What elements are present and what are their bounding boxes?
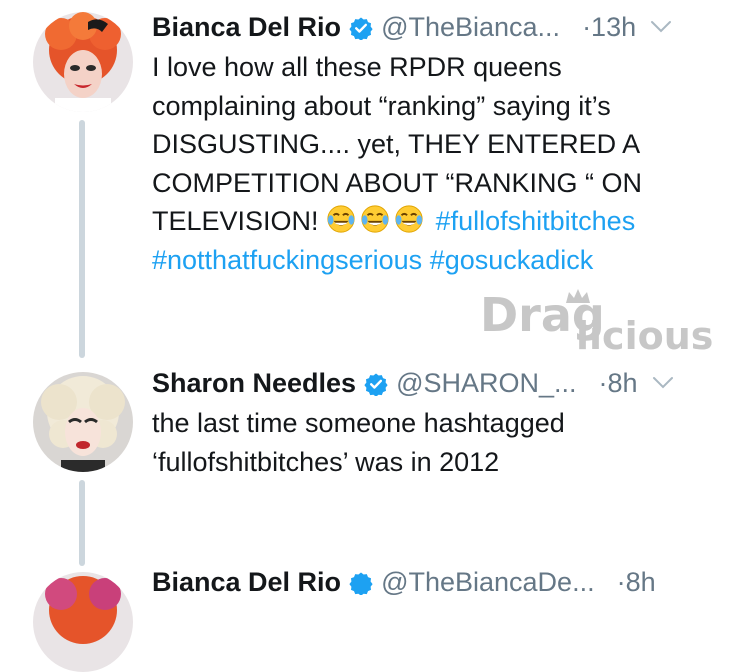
drag-queen-blonde-hair-avatar (33, 372, 133, 472)
handle[interactable]: @TheBiancaDe... (381, 562, 595, 602)
watermark-text: licious (576, 314, 713, 355)
tweet-text: I love how all these RPDR queens complai… (152, 48, 742, 279)
thread-line (79, 120, 85, 358)
thread-line (79, 480, 85, 566)
verified-badge-icon (364, 373, 388, 396)
verified-badge-icon (349, 17, 373, 40)
display-name[interactable]: Bianca Del Rio (152, 7, 341, 47)
handle[interactable]: @TheBianca... (381, 7, 560, 47)
hashtag-link[interactable]: #notthatfuckingserious (152, 245, 422, 275)
hashtag-link[interactable]: #gosuckadick (430, 245, 594, 275)
timestamp[interactable]: ·8h (617, 562, 656, 602)
face-with-tears-of-joy-icon (327, 205, 355, 233)
handle[interactable]: @SHARON_... (396, 363, 576, 403)
drag-queen-red-hair-avatar (33, 12, 133, 112)
verified-badge-icon (349, 572, 373, 595)
timestamp[interactable]: ·8h (599, 363, 638, 403)
timestamp[interactable]: ·13h (582, 7, 636, 47)
display-name[interactable]: Sharon Needles (152, 363, 356, 403)
drag-queen-red-hair-avatar (33, 572, 133, 672)
tweet-text: the last time someone hashtagged ‘fullof… (152, 404, 742, 481)
face-with-tears-of-joy-icon (361, 205, 389, 233)
avatar[interactable] (33, 12, 133, 112)
chevron-down-icon[interactable] (650, 20, 672, 34)
hashtag-link[interactable]: #fullofshitbitches (436, 206, 636, 236)
display-name[interactable]: Bianca Del Rio (152, 562, 341, 602)
chevron-down-icon[interactable] (652, 376, 674, 390)
tweet-body: the last time someone hashtagged ‘fullof… (152, 408, 565, 477)
tweet-header: Bianca Del Rio @TheBianca... ·13h (152, 7, 672, 47)
draglicious-watermark-logo: Drag licious (480, 288, 713, 355)
tweet-header: Sharon Needles @SHARON_... ·8h (152, 363, 674, 403)
avatar[interactable] (33, 372, 133, 472)
face-with-tears-of-joy-icon (395, 205, 423, 233)
tweet-header: Bianca Del Rio @TheBiancaDe... ·8h (152, 562, 656, 602)
avatar[interactable] (33, 572, 133, 672)
